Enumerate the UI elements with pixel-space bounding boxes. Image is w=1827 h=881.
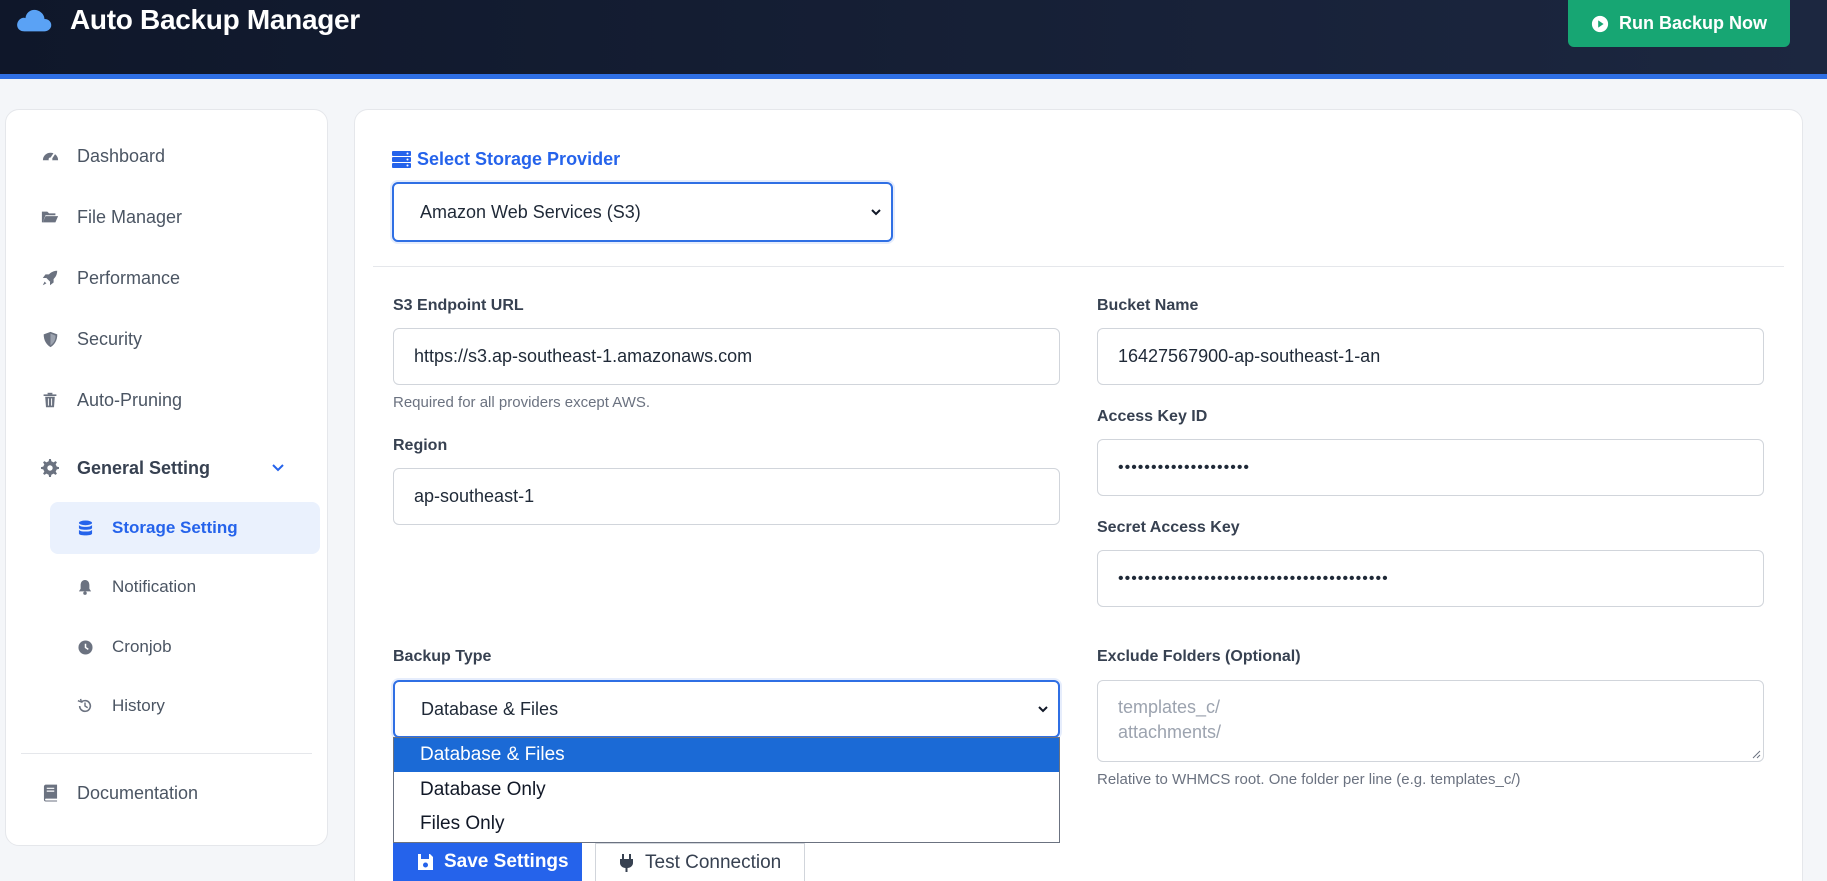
storage-provider-value: Amazon Web Services (S3) [420, 201, 641, 222]
sidebar-item-general-setting[interactable]: General Setting [6, 443, 327, 493]
sidebar-item-auto-pruning[interactable]: Auto-Pruning [6, 375, 327, 425]
sidebar-item-dashboard[interactable]: Dashboard [6, 131, 327, 181]
secret-key-input[interactable]: ••••••••••••••••••••••••••••••••••••••••… [1097, 550, 1764, 607]
sidebar-item-label: Security [77, 328, 143, 349]
backup-type-option[interactable]: Database & Files [394, 738, 1059, 772]
clock-icon [76, 638, 94, 656]
sidebar-item-label: General Setting [77, 457, 211, 478]
sidebar-item-documentation[interactable]: Documentation [6, 768, 327, 818]
bell-icon [76, 578, 94, 596]
backup-type-option[interactable]: Database Only [394, 773, 1059, 807]
database-icon [76, 519, 94, 537]
sidebar-subitem-cronjob[interactable]: Cronjob [50, 621, 320, 673]
trash-icon [40, 390, 60, 410]
exclude-placeholder-line: templates_c/ [1118, 697, 1221, 717]
endpoint-label: S3 Endpoint URL [393, 297, 524, 314]
chevron-down-icon [871, 209, 881, 216]
play-circle-icon [1591, 15, 1609, 32]
app-title: Auto Backup Manager [70, 4, 360, 35]
exclude-folders-help: Relative to WHMCS root. One folder per l… [1097, 771, 1521, 788]
region-input[interactable]: ap-southeast-1 [393, 468, 1060, 525]
storage-provider-heading: Select Storage Provider [392, 149, 620, 170]
exclude-placeholder-line: attachments/ [1118, 722, 1222, 742]
region-label: Region [393, 437, 448, 454]
sidebar-subitem-label: History [112, 696, 165, 715]
plug-icon [620, 853, 633, 872]
app-header: Auto Backup Manager Run Backup Now [0, 0, 1827, 79]
resize-handle-icon[interactable] [1751, 749, 1761, 759]
endpoint-input[interactable]: https://s3.ap-southeast-1.amazonaws.com [393, 328, 1060, 385]
sidebar-item-security[interactable]: Security [6, 314, 327, 364]
sidebar-subitem-history[interactable]: History [50, 680, 320, 732]
sidebar-item-label: Auto-Pruning [77, 389, 183, 410]
floppy-disk-icon [418, 854, 433, 870]
book-icon [40, 783, 60, 803]
history-icon [76, 697, 94, 715]
chevron-down-icon [272, 464, 284, 472]
folder-open-icon [40, 207, 60, 227]
sidebar-divider [21, 753, 312, 754]
exclude-folders-label: Exclude Folders (Optional) [1097, 648, 1301, 665]
backup-type-dropdown: Database & Files Database Only Files Onl… [393, 737, 1060, 843]
sidebar-item-label: Dashboard [77, 145, 166, 166]
test-connection-label: Test Connection [645, 851, 782, 873]
run-backup-label: Run Backup Now [1618, 13, 1767, 33]
sidebar-item-label: Documentation [77, 782, 199, 803]
sidebar-item-label: Performance [77, 267, 181, 288]
sidebar-item-performance[interactable]: Performance [6, 253, 327, 303]
bucket-input[interactable]: 16427567900-ap-southeast-1-an [1097, 328, 1764, 385]
server-icon [392, 151, 411, 168]
cloud-icon [17, 9, 52, 32]
bucket-label: Bucket Name [1097, 297, 1199, 314]
endpoint-help: Required for all providers except AWS. [393, 394, 651, 411]
gauge-icon [40, 146, 60, 166]
gear-icon [40, 458, 60, 478]
secret-key-label: Secret Access Key [1097, 519, 1240, 536]
sidebar-subitem-label: Notification [112, 577, 197, 596]
sidebar-subitem-storage-setting[interactable]: Storage Setting [50, 502, 320, 554]
save-settings-label: Save Settings [444, 851, 569, 872]
sidebar: Dashboard File Manager Performance Secur… [5, 109, 328, 846]
save-settings-button[interactable]: Save Settings [393, 843, 582, 881]
exclude-folders-textarea[interactable]: templates_c/ attachments/ [1097, 680, 1764, 762]
storage-provider-heading-label: Select Storage Provider [417, 149, 621, 169]
section-divider [373, 266, 1784, 267]
sidebar-item-file-manager[interactable]: File Manager [6, 192, 327, 242]
backup-type-option[interactable]: Files Only [394, 807, 1059, 841]
sidebar-item-label: File Manager [77, 206, 183, 227]
backup-type-select[interactable]: Database & Files [393, 680, 1060, 738]
shield-icon [40, 329, 60, 349]
rocket-icon [40, 268, 60, 288]
test-connection-button[interactable]: Test Connection [595, 843, 805, 881]
backup-type-label: Backup Type [393, 648, 492, 665]
run-backup-button[interactable]: Run Backup Now [1568, 0, 1790, 47]
chevron-down-icon [1038, 706, 1048, 713]
backup-type-value: Database & Files [421, 698, 559, 719]
access-key-input[interactable]: •••••••••••••••••••• [1097, 439, 1764, 496]
access-key-label: Access Key ID [1097, 408, 1208, 425]
sidebar-subitem-notification[interactable]: Notification [50, 561, 320, 613]
sidebar-subitem-label: Cronjob [112, 637, 172, 656]
storage-provider-select[interactable]: Amazon Web Services (S3) [392, 182, 893, 242]
sidebar-subitem-label: Storage Setting [112, 518, 238, 537]
